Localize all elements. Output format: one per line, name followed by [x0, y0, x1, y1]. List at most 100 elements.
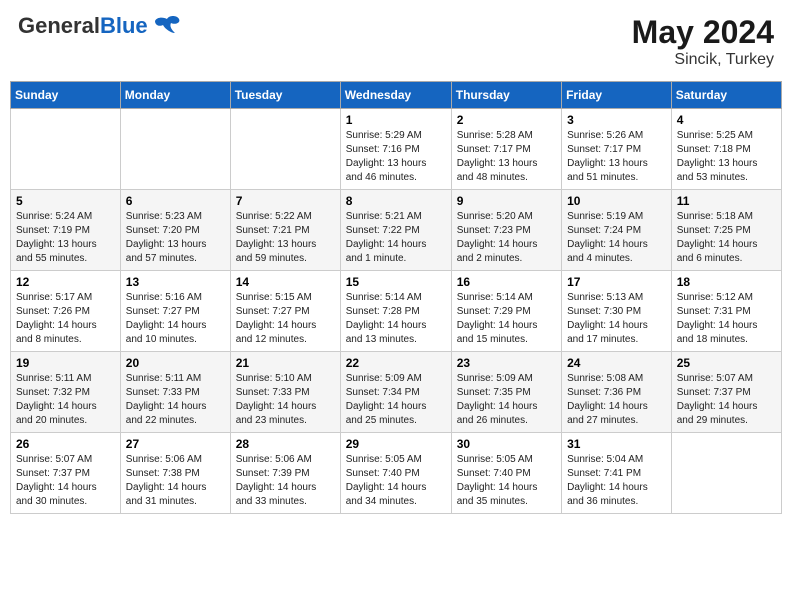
- day-info: Sunrise: 5:09 AMSunset: 7:34 PMDaylight:…: [346, 372, 446, 428]
- weekday-header-monday: Monday: [120, 82, 230, 109]
- day-number: 2: [457, 113, 556, 127]
- day-info: Sunrise: 5:28 AMSunset: 7:17 PMDaylight:…: [457, 129, 556, 185]
- day-info: Sunrise: 5:17 AMSunset: 7:26 PMDaylight:…: [16, 291, 115, 347]
- calendar-cell: 15 Sunrise: 5:14 AMSunset: 7:28 PMDayligh…: [340, 271, 451, 352]
- day-number: 26: [16, 437, 115, 451]
- day-info: Sunrise: 5:22 AMSunset: 7:21 PMDaylight:…: [236, 210, 335, 266]
- week-row-2: 5 Sunrise: 5:24 AMSunset: 7:19 PMDaylight…: [11, 190, 782, 271]
- day-number: 24: [567, 356, 666, 370]
- calendar-header: SundayMondayTuesdayWednesdayThursdayFrid…: [11, 82, 782, 109]
- day-info: Sunrise: 5:07 AMSunset: 7:37 PMDaylight:…: [16, 453, 115, 509]
- day-number: 22: [346, 356, 446, 370]
- logo-bird-icon: [153, 15, 181, 37]
- day-info: Sunrise: 5:25 AMSunset: 7:18 PMDaylight:…: [677, 129, 776, 185]
- day-number: 17: [567, 275, 666, 289]
- weekday-header-sunday: Sunday: [11, 82, 121, 109]
- calendar-body: 1Sunrise: 5:29 AMSunset: 7:16 PMDaylight…: [11, 109, 782, 514]
- calendar-cell: 24 Sunrise: 5:08 AMSunset: 7:36 PMDayligh…: [562, 352, 672, 433]
- day-number: 4: [677, 113, 776, 127]
- calendar-cell: 12 Sunrise: 5:17 AMSunset: 7:26 PMDayligh…: [11, 271, 121, 352]
- day-info: Sunrise: 5:21 AMSunset: 7:22 PMDaylight:…: [346, 210, 446, 266]
- day-number: 23: [457, 356, 556, 370]
- calendar-cell: 25Sunrise: 5:07 AMSunset: 7:37 PMDayligh…: [671, 352, 781, 433]
- calendar-cell: 13Sunrise: 5:16 AMSunset: 7:27 PMDayligh…: [120, 271, 230, 352]
- weekday-header-wednesday: Wednesday: [340, 82, 451, 109]
- day-info: Sunrise: 5:04 AMSunset: 7:41 PMDaylight:…: [567, 453, 666, 509]
- calendar-cell: 19 Sunrise: 5:11 AMSunset: 7:32 PMDayligh…: [11, 352, 121, 433]
- weekday-row: SundayMondayTuesdayWednesdayThursdayFrid…: [11, 82, 782, 109]
- calendar-cell: 29 Sunrise: 5:05 AMSunset: 7:40 PMDayligh…: [340, 433, 451, 514]
- calendar-cell: 30Sunrise: 5:05 AMSunset: 7:40 PMDayligh…: [451, 433, 561, 514]
- calendar-cell: [230, 109, 340, 190]
- logo: GeneralBlue: [18, 14, 181, 38]
- day-info: Sunrise: 5:10 AMSunset: 7:33 PMDaylight:…: [236, 372, 335, 428]
- day-number: 8: [346, 194, 446, 208]
- calendar-cell: 18Sunrise: 5:12 AMSunset: 7:31 PMDayligh…: [671, 271, 781, 352]
- day-info: Sunrise: 5:09 AMSunset: 7:35 PMDaylight:…: [457, 372, 556, 428]
- calendar-cell: [11, 109, 121, 190]
- day-info: Sunrise: 5:06 AMSunset: 7:38 PMDaylight:…: [126, 453, 225, 509]
- calendar-cell: 5 Sunrise: 5:24 AMSunset: 7:19 PMDaylight…: [11, 190, 121, 271]
- location: Sincik, Turkey: [632, 51, 774, 69]
- week-row-3: 12 Sunrise: 5:17 AMSunset: 7:26 PMDayligh…: [11, 271, 782, 352]
- day-info: Sunrise: 5:20 AMSunset: 7:23 PMDaylight:…: [457, 210, 556, 266]
- day-info: Sunrise: 5:13 AMSunset: 7:30 PMDaylight:…: [567, 291, 666, 347]
- day-number: 12: [16, 275, 115, 289]
- calendar-cell: [671, 433, 781, 514]
- day-info: Sunrise: 5:05 AMSunset: 7:40 PMDaylight:…: [457, 453, 556, 509]
- calendar-cell: 23 Sunrise: 5:09 AMSunset: 7:35 PMDayligh…: [451, 352, 561, 433]
- day-number: 15: [346, 275, 446, 289]
- day-info: Sunrise: 5:11 AMSunset: 7:32 PMDaylight:…: [16, 372, 115, 428]
- day-number: 1: [346, 113, 446, 127]
- day-info: Sunrise: 5:18 AMSunset: 7:25 PMDaylight:…: [677, 210, 776, 266]
- day-info: Sunrise: 5:23 AMSunset: 7:20 PMDaylight:…: [126, 210, 225, 266]
- day-number: 14: [236, 275, 335, 289]
- day-number: 21: [236, 356, 335, 370]
- calendar-cell: 22 Sunrise: 5:09 AMSunset: 7:34 PMDayligh…: [340, 352, 451, 433]
- day-info: Sunrise: 5:05 AMSunset: 7:40 PMDaylight:…: [346, 453, 446, 509]
- day-info: Sunrise: 5:14 AMSunset: 7:29 PMDaylight:…: [457, 291, 556, 347]
- day-number: 7: [236, 194, 335, 208]
- weekday-header-saturday: Saturday: [671, 82, 781, 109]
- day-number: 19: [16, 356, 115, 370]
- calendar-cell: 10Sunrise: 5:19 AMSunset: 7:24 PMDayligh…: [562, 190, 672, 271]
- day-number: 6: [126, 194, 225, 208]
- day-number: 25: [677, 356, 776, 370]
- day-info: Sunrise: 5:14 AMSunset: 7:28 PMDaylight:…: [346, 291, 446, 347]
- calendar-cell: 1Sunrise: 5:29 AMSunset: 7:16 PMDaylight…: [340, 109, 451, 190]
- calendar-table: SundayMondayTuesdayWednesdayThursdayFrid…: [10, 81, 782, 514]
- day-number: 28: [236, 437, 335, 451]
- calendar-cell: 14Sunrise: 5:15 AMSunset: 7:27 PMDayligh…: [230, 271, 340, 352]
- logo-general: General: [18, 13, 100, 38]
- month-year: May 2024: [632, 14, 774, 51]
- day-number: 20: [126, 356, 225, 370]
- logo-blue: Blue: [100, 13, 148, 38]
- day-info: Sunrise: 5:12 AMSunset: 7:31 PMDaylight:…: [677, 291, 776, 347]
- day-number: 27: [126, 437, 225, 451]
- calendar-cell: 2 Sunrise: 5:28 AMSunset: 7:17 PMDaylight…: [451, 109, 561, 190]
- day-number: 11: [677, 194, 776, 208]
- week-row-4: 19 Sunrise: 5:11 AMSunset: 7:32 PMDayligh…: [11, 352, 782, 433]
- calendar-cell: 16 Sunrise: 5:14 AMSunset: 7:29 PMDayligh…: [451, 271, 561, 352]
- calendar-cell: 26 Sunrise: 5:07 AMSunset: 7:37 PMDayligh…: [11, 433, 121, 514]
- day-info: Sunrise: 5:26 AMSunset: 7:17 PMDaylight:…: [567, 129, 666, 185]
- calendar-cell: [120, 109, 230, 190]
- day-info: Sunrise: 5:08 AMSunset: 7:36 PMDaylight:…: [567, 372, 666, 428]
- calendar-cell: 20 Sunrise: 5:11 AMSunset: 7:33 PMDayligh…: [120, 352, 230, 433]
- calendar-cell: 17 Sunrise: 5:13 AMSunset: 7:30 PMDayligh…: [562, 271, 672, 352]
- calendar-cell: 28Sunrise: 5:06 AMSunset: 7:39 PMDayligh…: [230, 433, 340, 514]
- calendar-cell: 11 Sunrise: 5:18 AMSunset: 7:25 PMDayligh…: [671, 190, 781, 271]
- day-number: 31: [567, 437, 666, 451]
- day-info: Sunrise: 5:24 AMSunset: 7:19 PMDaylight:…: [16, 210, 115, 266]
- weekday-header-friday: Friday: [562, 82, 672, 109]
- day-number: 29: [346, 437, 446, 451]
- day-number: 16: [457, 275, 556, 289]
- day-number: 3: [567, 113, 666, 127]
- weekday-header-thursday: Thursday: [451, 82, 561, 109]
- calendar-cell: 31 Sunrise: 5:04 AMSunset: 7:41 PMDayligh…: [562, 433, 672, 514]
- week-row-1: 1Sunrise: 5:29 AMSunset: 7:16 PMDaylight…: [11, 109, 782, 190]
- weekday-header-tuesday: Tuesday: [230, 82, 340, 109]
- day-info: Sunrise: 5:16 AMSunset: 7:27 PMDaylight:…: [126, 291, 225, 347]
- day-number: 5: [16, 194, 115, 208]
- day-info: Sunrise: 5:11 AMSunset: 7:33 PMDaylight:…: [126, 372, 225, 428]
